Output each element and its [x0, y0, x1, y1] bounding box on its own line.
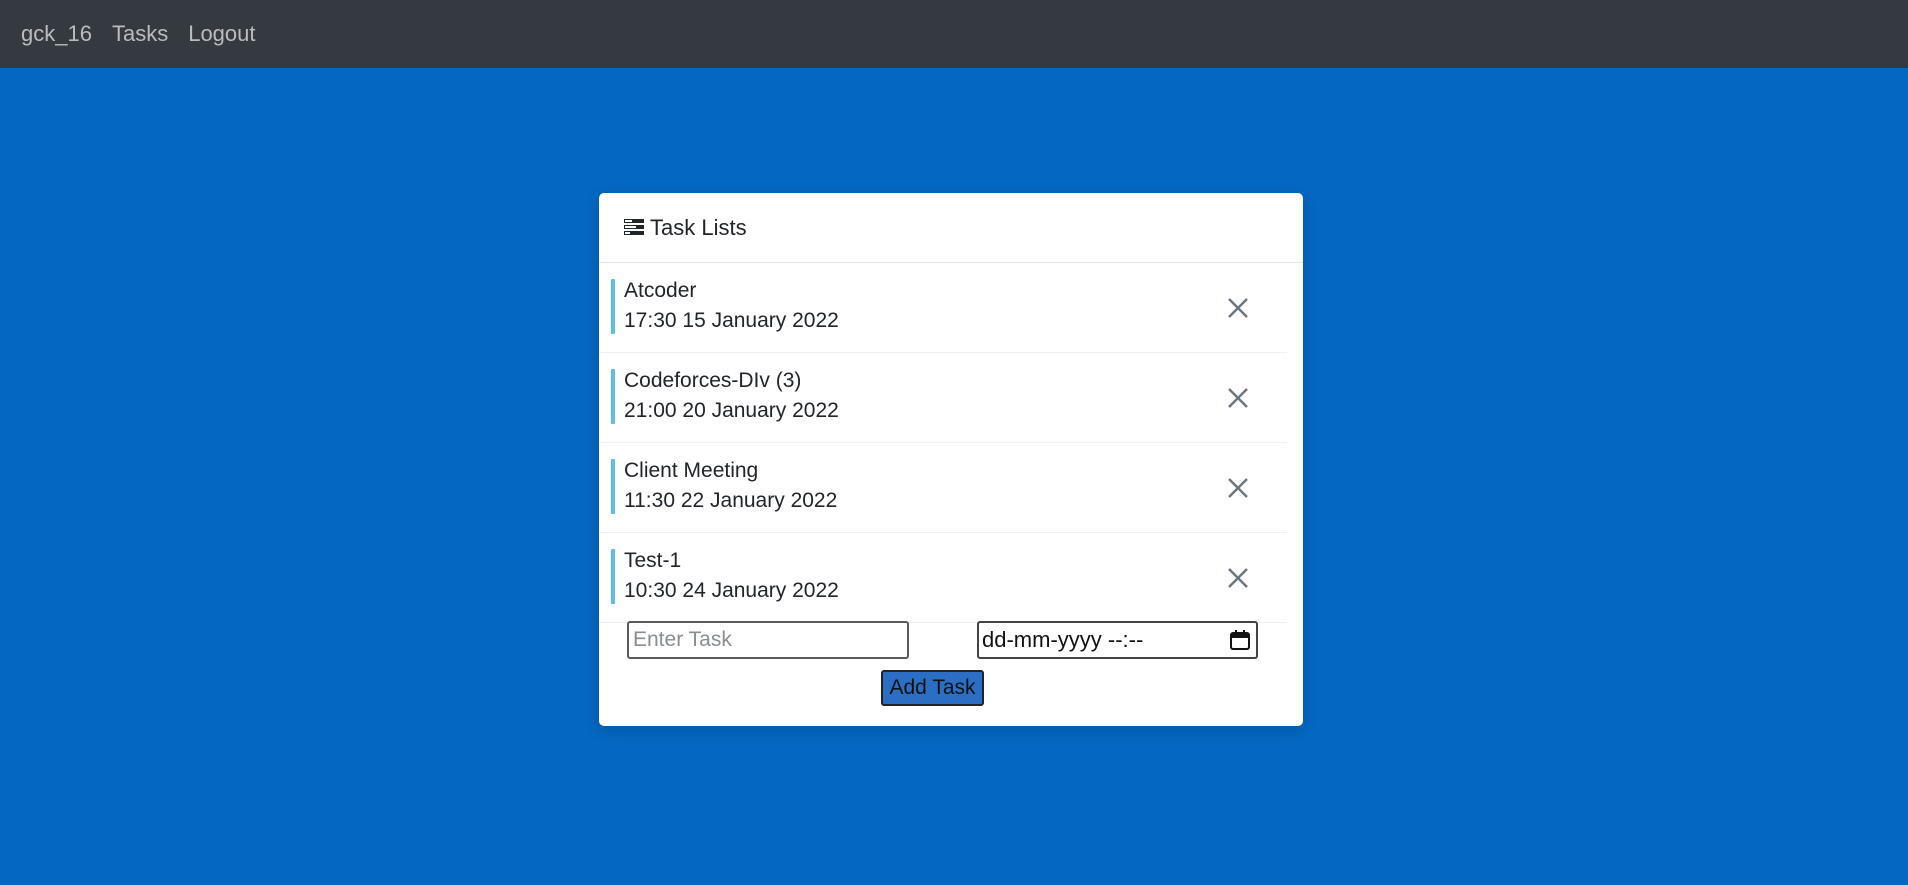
task-name: Codeforces-DIv (3): [624, 369, 802, 392]
task-list: Atcoder 17:30 15 January 2022 Codeforces…: [599, 263, 1303, 623]
list-item: Client Meeting 11:30 22 January 2022: [599, 443, 1287, 533]
task-name-input[interactable]: [627, 621, 909, 659]
task-accent-bar: [611, 369, 615, 424]
nav-tasks-link[interactable]: Tasks: [112, 21, 168, 47]
close-icon[interactable]: [1225, 475, 1251, 501]
task-accent-bar: [611, 549, 615, 604]
task-name: Test-1: [624, 549, 682, 572]
card-header: Task Lists: [599, 193, 1303, 263]
datetime-placeholder: dd-mm-yyyy --:--: [982, 627, 1144, 652]
task-accent-bar: [611, 279, 615, 334]
datetime-input[interactable]: dd-mm-yyyy --:--: [977, 621, 1258, 659]
task-name: Atcoder: [624, 279, 697, 302]
task-accent-bar: [611, 459, 615, 514]
task-datetime: 17:30 15 January 2022: [624, 309, 839, 332]
calendar-icon[interactable]: [1229, 629, 1251, 651]
top-navbar: gck_16 Tasks Logout: [0, 0, 1908, 68]
close-icon[interactable]: [1225, 385, 1251, 411]
card-title: Task Lists: [650, 214, 747, 240]
add-task-form: dd-mm-yyyy --:-- Add Task: [599, 621, 1303, 733]
task-list-card: Task Lists Atcoder 17:30 15 January 2022…: [599, 193, 1303, 726]
nav-logout-link[interactable]: Logout: [188, 21, 255, 47]
close-icon[interactable]: [1225, 295, 1251, 321]
list-item: Codeforces-DIv (3) 21:00 20 January 2022: [599, 353, 1287, 443]
list-icon: [624, 219, 644, 236]
task-datetime: 11:30 22 January 2022: [624, 489, 838, 512]
add-task-button[interactable]: Add Task: [881, 670, 984, 706]
task-datetime: 10:30 24 January 2022: [624, 579, 839, 602]
nav-brand-link[interactable]: gck_16: [21, 21, 92, 47]
list-item: Atcoder 17:30 15 January 2022: [599, 263, 1287, 353]
close-icon[interactable]: [1225, 565, 1251, 591]
task-name: Client Meeting: [624, 459, 759, 482]
list-item: Test-1 10:30 24 January 2022: [599, 533, 1287, 623]
task-datetime: 21:00 20 January 2022: [624, 399, 839, 422]
